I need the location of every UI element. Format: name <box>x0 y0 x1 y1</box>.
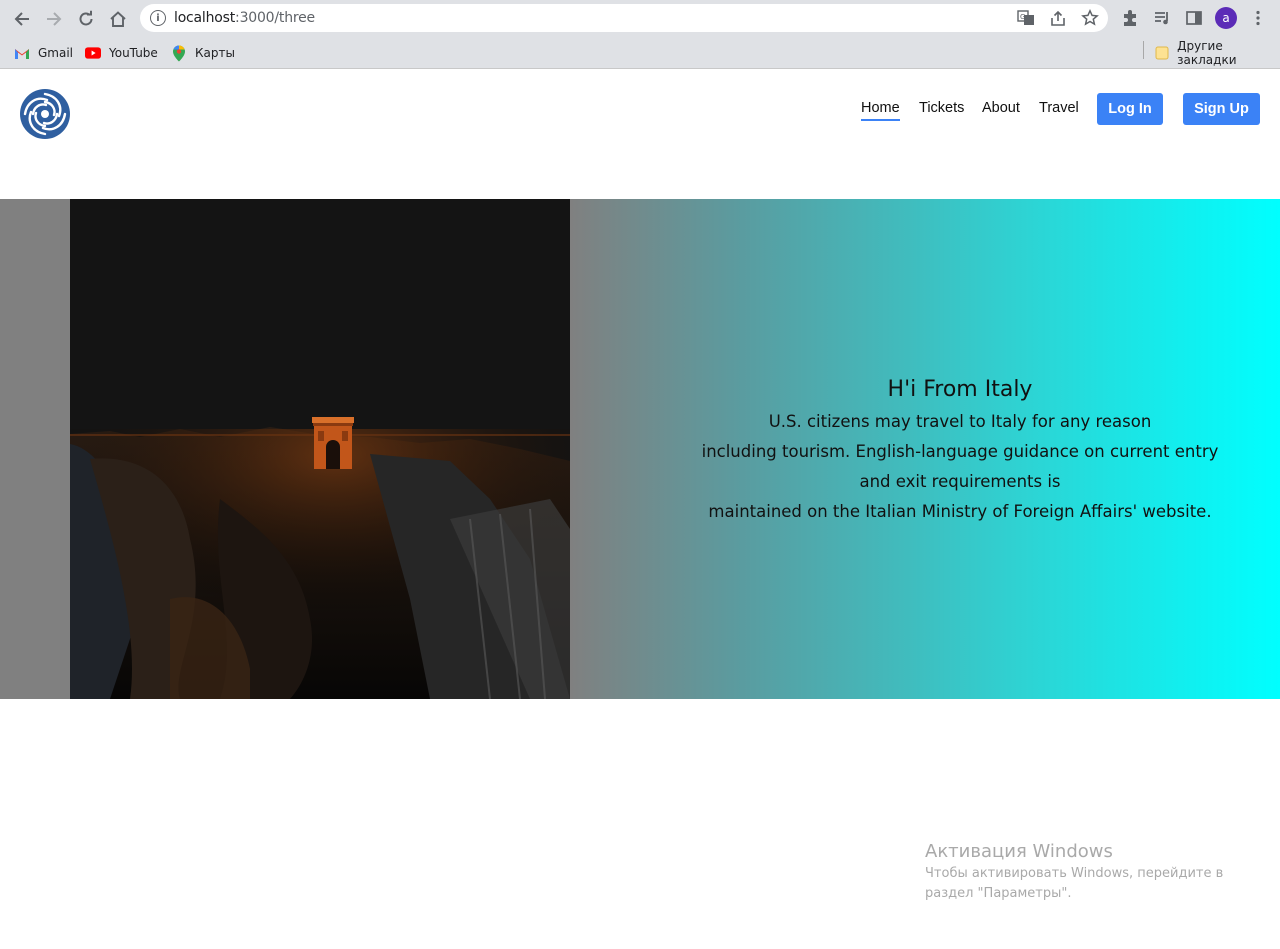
other-bookmarks-folder[interactable]: Другие закладки <box>1154 39 1280 67</box>
folder-icon <box>1154 45 1169 61</box>
browser-toolbar: i localhost:3000/three G a <box>0 0 1280 37</box>
bookmark-star-icon[interactable] <box>1080 8 1100 28</box>
watermark-title: Активация Windows <box>925 841 1113 862</box>
youtube-icon <box>85 45 101 61</box>
windows-activation-watermark: Активация Windows Чтобы активировать Win… <box>925 840 1223 904</box>
back-arrow-icon[interactable] <box>8 5 36 33</box>
side-panel-icon[interactable] <box>1182 6 1206 30</box>
watermark-line: Чтобы активировать Windows, перейдите в <box>925 866 1224 881</box>
kebab-menu-icon[interactable] <box>1246 6 1270 30</box>
bookmark-youtube[interactable]: YouTube <box>85 42 158 64</box>
nav-about[interactable]: About <box>982 100 1020 116</box>
nav-home[interactable]: Home <box>861 100 900 121</box>
hero-title: H'i From Italy <box>887 377 1033 402</box>
media-queue-icon[interactable] <box>1150 6 1174 30</box>
translate-icon[interactable]: G <box>1016 8 1036 28</box>
hero-paragraph-line: maintained on the Italian Ministry of Fo… <box>708 502 1212 521</box>
home-icon[interactable] <box>104 5 132 33</box>
watermark-line: раздел "Параметры". <box>925 886 1072 901</box>
hero-paragraph-line: including tourism. English-language guid… <box>701 442 1219 461</box>
nav-tickets[interactable]: Tickets <box>919 100 964 116</box>
address-bar[interactable]: i localhost:3000/three G <box>140 4 1108 32</box>
signup-button[interactable]: Sign Up <box>1183 93 1260 125</box>
site-info-icon[interactable]: i <box>150 10 166 26</box>
profile-avatar[interactable]: a <box>1215 7 1237 29</box>
reload-icon[interactable] <box>72 5 100 33</box>
forward-arrow-icon[interactable] <box>40 5 68 33</box>
hero-section: H'i From Italy U.S. citizens may travel … <box>0 199 1280 699</box>
hero-paragraph-line: U.S. citizens may travel to Italy for an… <box>768 412 1152 431</box>
nav-travel[interactable]: Travel <box>1039 100 1079 116</box>
bookmarks-bar: Gmail YouTube Карты Другие закладки <box>0 37 1280 69</box>
svg-text:G: G <box>1020 13 1025 21</box>
arc-de-triomphe-icon <box>312 417 354 469</box>
bookmarks-separator <box>1143 41 1144 59</box>
bookmark-maps[interactable]: Карты <box>171 42 235 64</box>
site-header: Home Tickets About Travel Log In Sign Up <box>0 69 1280 199</box>
hero-paragraph-line: and exit requirements is <box>859 472 1061 491</box>
maps-icon <box>171 45 187 61</box>
share-icon[interactable] <box>1048 8 1068 28</box>
gmail-icon <box>14 45 30 61</box>
address-url: localhost:3000/three <box>174 10 315 26</box>
hero-3d-scene[interactable] <box>70 199 570 699</box>
extensions-puzzle-icon[interactable] <box>1118 6 1142 30</box>
login-button[interactable]: Log In <box>1097 93 1163 125</box>
site-logo[interactable] <box>19 88 71 140</box>
bookmark-gmail[interactable]: Gmail <box>14 42 73 64</box>
hero-text-block: H'i From Italy U.S. citizens may travel … <box>660 373 1260 527</box>
